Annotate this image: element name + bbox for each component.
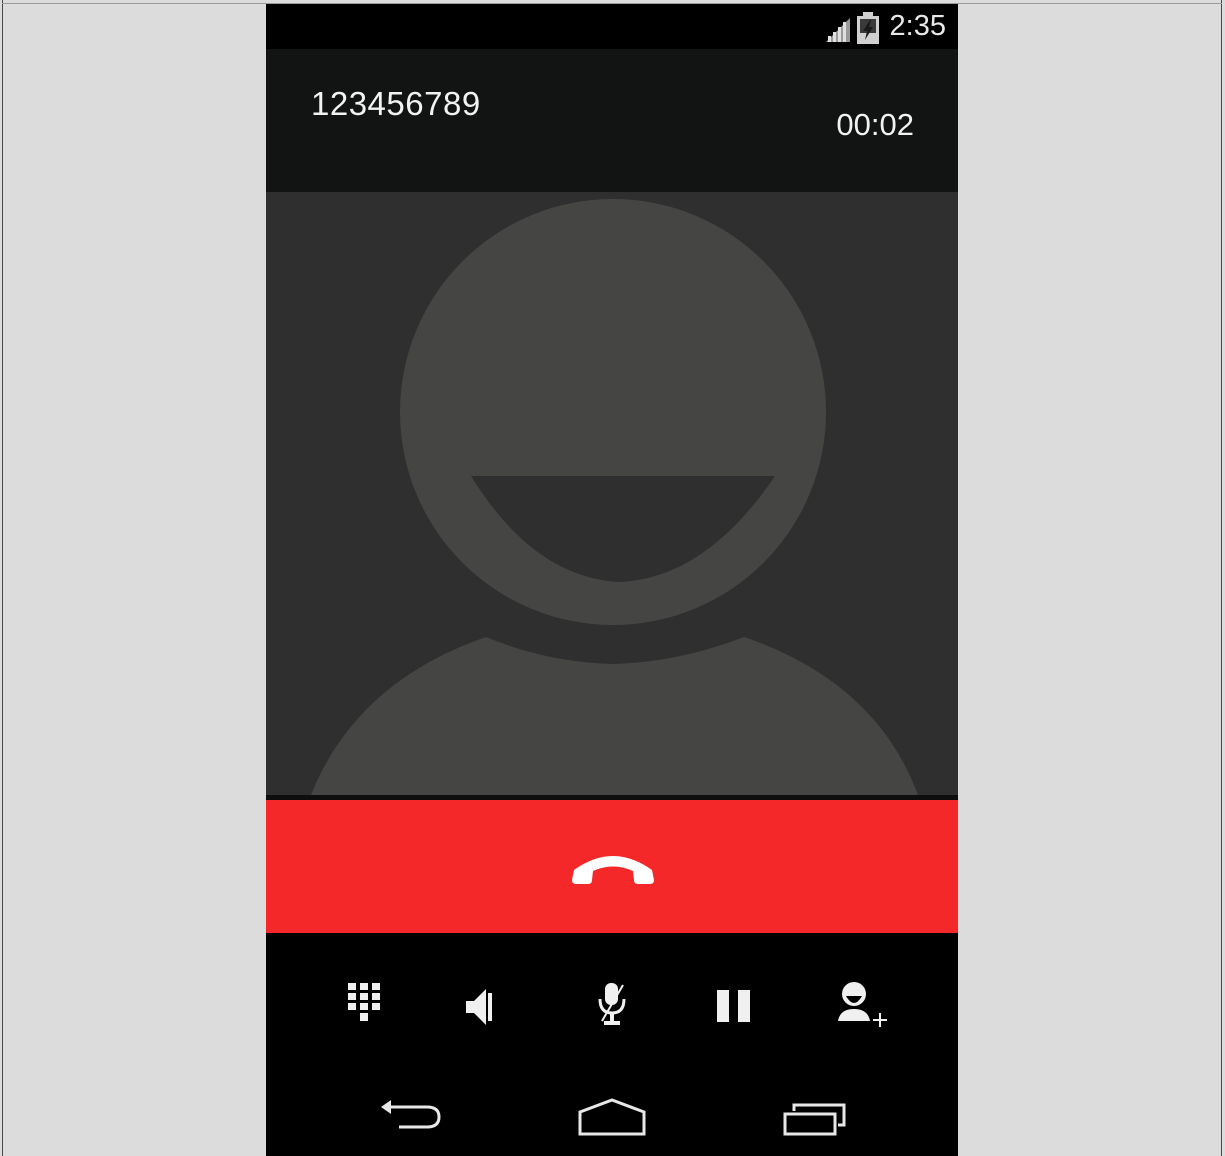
recent-apps-button[interactable] bbox=[782, 1101, 848, 1137]
dialpad-button[interactable] bbox=[346, 981, 384, 1025]
status-bar: 2:35 bbox=[266, 4, 958, 49]
in-call-controls bbox=[266, 933, 958, 1156]
end-call-button[interactable] bbox=[266, 800, 958, 933]
battery-charging-icon bbox=[857, 12, 879, 44]
contact-photo bbox=[266, 192, 958, 795]
end-call-handset-icon bbox=[572, 856, 654, 884]
mute-button[interactable] bbox=[596, 981, 628, 1027]
call-header: 123456789 00:02 bbox=[266, 49, 958, 192]
speaker-button[interactable] bbox=[464, 985, 494, 1029]
back-icon bbox=[381, 1100, 441, 1129]
status-time: 2:35 bbox=[889, 10, 946, 42]
default-contact-avatar-icon bbox=[311, 199, 918, 795]
signal-bars-icon bbox=[826, 18, 850, 42]
home-button[interactable] bbox=[578, 1097, 646, 1137]
caller-number: 123456789 bbox=[311, 85, 481, 122]
home-icon bbox=[578, 1098, 646, 1136]
dialpad-icon bbox=[348, 983, 380, 1021]
mute-microphone-icon bbox=[598, 983, 626, 1025]
speaker-icon bbox=[466, 989, 492, 1025]
add-call-button[interactable] bbox=[836, 981, 890, 1037]
call-duration: 00:02 bbox=[836, 107, 914, 142]
hold-button[interactable] bbox=[716, 989, 752, 1023]
back-button[interactable] bbox=[379, 1099, 441, 1133]
recent-apps-icon bbox=[783, 1103, 846, 1136]
pause-icon bbox=[717, 990, 750, 1022]
phone-screen: 2:35 123456789 00:02 bbox=[266, 4, 958, 1156]
frame-border-left bbox=[2, 0, 3, 1156]
frame-border-right bbox=[1221, 0, 1222, 1156]
add-person-icon bbox=[838, 982, 887, 1027]
